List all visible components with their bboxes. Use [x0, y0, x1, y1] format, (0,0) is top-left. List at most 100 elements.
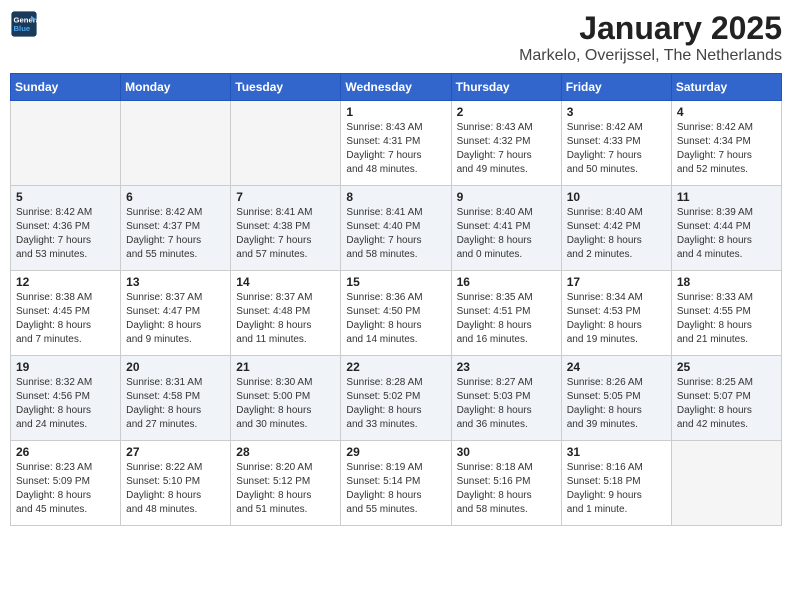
- calendar-week-row: 19Sunrise: 8:32 AM Sunset: 4:56 PM Dayli…: [11, 356, 782, 441]
- calendar-day-cell: 22 Sunrise: 8:28 AM Sunset: 5:02 PM Dayli…: [341, 356, 451, 441]
- day-number: 26: [16, 445, 115, 459]
- day-number: 13: [126, 275, 225, 289]
- calendar-day-cell: 5Sunrise: 8:42 AM Sunset: 4:36 PM Daylig…: [11, 186, 121, 271]
- calendar-day-cell: 14 Sunrise: 8:37 AM Sunset: 4:48 PM Dayli…: [231, 271, 341, 356]
- calendar-day-cell: [11, 101, 121, 186]
- calendar-title: January 2025: [519, 10, 782, 47]
- weekday-header-row: SundayMondayTuesdayWednesdayThursdayFrid…: [11, 74, 782, 101]
- svg-text:Blue: Blue: [14, 24, 31, 33]
- calendar-day-cell: 31 Sunrise: 8:16 AM Sunset: 5:18 PM Dayli…: [561, 441, 671, 526]
- calendar-day-cell: 16 Sunrise: 8:35 AM Sunset: 4:51 PM Dayli…: [451, 271, 561, 356]
- day-info: Sunrise: 8:30 AM Sunset: 5:00 PM Dayligh…: [236, 376, 335, 432]
- day-number: 18: [677, 275, 776, 289]
- calendar-day-cell: 28 Sunrise: 8:20 AM Sunset: 5:12 PM Dayli…: [231, 441, 341, 526]
- calendar-day-cell: 15Sunrise: 8:36 AM Sunset: 4:50 PM Dayli…: [341, 271, 451, 356]
- day-info: Sunrise: 8:35 AM Sunset: 4:51 PM Dayligh…: [457, 291, 556, 347]
- day-info: Sunrise: 8:23 AM Sunset: 5:09 PM Dayligh…: [16, 461, 115, 517]
- weekday-header-cell: Saturday: [671, 74, 781, 101]
- day-info: Sunrise: 8:42 AM Sunset: 4:33 PM Dayligh…: [567, 121, 666, 177]
- calendar-body: 1 Sunrise: 8:43 AM Sunset: 4:31 PM Daylig…: [11, 101, 782, 526]
- calendar-day-cell: 7 Sunrise: 8:41 AM Sunset: 4:38 PM Daylig…: [231, 186, 341, 271]
- weekday-header-cell: Thursday: [451, 74, 561, 101]
- day-info: Sunrise: 8:43 AM Sunset: 4:32 PM Dayligh…: [457, 121, 556, 177]
- day-number: 22: [346, 360, 445, 374]
- day-number: 8: [346, 190, 445, 204]
- day-info: Sunrise: 8:25 AM Sunset: 5:07 PM Dayligh…: [677, 376, 776, 432]
- day-number: 3: [567, 105, 666, 119]
- day-info: Sunrise: 8:37 AM Sunset: 4:48 PM Dayligh…: [236, 291, 335, 347]
- weekday-header-cell: Wednesday: [341, 74, 451, 101]
- day-info: Sunrise: 8:33 AM Sunset: 4:55 PM Dayligh…: [677, 291, 776, 347]
- weekday-header-cell: Sunday: [11, 74, 121, 101]
- day-info: Sunrise: 8:32 AM Sunset: 4:56 PM Dayligh…: [16, 376, 115, 432]
- day-info: Sunrise: 8:41 AM Sunset: 4:38 PM Dayligh…: [236, 206, 335, 262]
- day-number: 23: [457, 360, 556, 374]
- weekday-header-cell: Monday: [121, 74, 231, 101]
- day-info: Sunrise: 8:37 AM Sunset: 4:47 PM Dayligh…: [126, 291, 225, 347]
- calendar-day-cell: 11 Sunrise: 8:39 AM Sunset: 4:44 PM Dayli…: [671, 186, 781, 271]
- calendar-day-cell: 12Sunrise: 8:38 AM Sunset: 4:45 PM Dayli…: [11, 271, 121, 356]
- day-info: Sunrise: 8:40 AM Sunset: 4:41 PM Dayligh…: [457, 206, 556, 262]
- calendar-day-cell: 25 Sunrise: 8:25 AM Sunset: 5:07 PM Dayli…: [671, 356, 781, 441]
- day-info: Sunrise: 8:31 AM Sunset: 4:58 PM Dayligh…: [126, 376, 225, 432]
- header: General Blue January 2025 Markelo, Overi…: [10, 10, 782, 65]
- day-number: 1: [346, 105, 445, 119]
- day-number: 27: [126, 445, 225, 459]
- svg-text:General: General: [14, 16, 39, 25]
- day-info: Sunrise: 8:41 AM Sunset: 4:40 PM Dayligh…: [346, 206, 445, 262]
- day-number: 17: [567, 275, 666, 289]
- weekday-header-cell: Tuesday: [231, 74, 341, 101]
- day-number: 16: [457, 275, 556, 289]
- day-number: 20: [126, 360, 225, 374]
- logo-icon: General Blue: [10, 10, 38, 38]
- calendar-week-row: 12Sunrise: 8:38 AM Sunset: 4:45 PM Dayli…: [11, 271, 782, 356]
- day-number: 25: [677, 360, 776, 374]
- calendar-week-row: 26 Sunrise: 8:23 AM Sunset: 5:09 PM Dayli…: [11, 441, 782, 526]
- calendar-day-cell: 18 Sunrise: 8:33 AM Sunset: 4:55 PM Dayli…: [671, 271, 781, 356]
- day-number: 4: [677, 105, 776, 119]
- calendar-day-cell: 20 Sunrise: 8:31 AM Sunset: 4:58 PM Dayli…: [121, 356, 231, 441]
- calendar-day-cell: 10Sunrise: 8:40 AM Sunset: 4:42 PM Dayli…: [561, 186, 671, 271]
- day-number: 30: [457, 445, 556, 459]
- calendar-day-cell: 19Sunrise: 8:32 AM Sunset: 4:56 PM Dayli…: [11, 356, 121, 441]
- day-number: 7: [236, 190, 335, 204]
- day-info: Sunrise: 8:20 AM Sunset: 5:12 PM Dayligh…: [236, 461, 335, 517]
- calendar-day-cell: [231, 101, 341, 186]
- day-info: Sunrise: 8:19 AM Sunset: 5:14 PM Dayligh…: [346, 461, 445, 517]
- calendar-table: SundayMondayTuesdayWednesdayThursdayFrid…: [10, 73, 782, 526]
- day-number: 2: [457, 105, 556, 119]
- day-number: 21: [236, 360, 335, 374]
- day-number: 6: [126, 190, 225, 204]
- day-info: Sunrise: 8:27 AM Sunset: 5:03 PM Dayligh…: [457, 376, 556, 432]
- calendar-subtitle: Markelo, Overijssel, The Netherlands: [519, 47, 782, 65]
- day-number: 31: [567, 445, 666, 459]
- calendar-day-cell: 2 Sunrise: 8:43 AM Sunset: 4:32 PM Daylig…: [451, 101, 561, 186]
- calendar-day-cell: 8 Sunrise: 8:41 AM Sunset: 4:40 PM Daylig…: [341, 186, 451, 271]
- calendar-day-cell: 9 Sunrise: 8:40 AM Sunset: 4:41 PM Daylig…: [451, 186, 561, 271]
- calendar-day-cell: [121, 101, 231, 186]
- logo: General Blue: [10, 10, 38, 38]
- day-number: 15: [346, 275, 445, 289]
- calendar-week-row: 5Sunrise: 8:42 AM Sunset: 4:36 PM Daylig…: [11, 186, 782, 271]
- day-number: 24: [567, 360, 666, 374]
- day-info: Sunrise: 8:18 AM Sunset: 5:16 PM Dayligh…: [457, 461, 556, 517]
- day-info: Sunrise: 8:40 AM Sunset: 4:42 PM Dayligh…: [567, 206, 666, 262]
- day-info: Sunrise: 8:42 AM Sunset: 4:34 PM Dayligh…: [677, 121, 776, 177]
- day-number: 28: [236, 445, 335, 459]
- day-info: Sunrise: 8:28 AM Sunset: 5:02 PM Dayligh…: [346, 376, 445, 432]
- day-info: Sunrise: 8:43 AM Sunset: 4:31 PM Dayligh…: [346, 121, 445, 177]
- day-info: Sunrise: 8:39 AM Sunset: 4:44 PM Dayligh…: [677, 206, 776, 262]
- day-info: Sunrise: 8:16 AM Sunset: 5:18 PM Dayligh…: [567, 461, 666, 517]
- day-info: Sunrise: 8:38 AM Sunset: 4:45 PM Dayligh…: [16, 291, 115, 347]
- day-info: Sunrise: 8:34 AM Sunset: 4:53 PM Dayligh…: [567, 291, 666, 347]
- day-number: 11: [677, 190, 776, 204]
- calendar-day-cell: 6Sunrise: 8:42 AM Sunset: 4:37 PM Daylig…: [121, 186, 231, 271]
- day-number: 5: [16, 190, 115, 204]
- day-number: 14: [236, 275, 335, 289]
- calendar-day-cell: 21 Sunrise: 8:30 AM Sunset: 5:00 PM Dayli…: [231, 356, 341, 441]
- day-number: 29: [346, 445, 445, 459]
- weekday-header-cell: Friday: [561, 74, 671, 101]
- calendar-day-cell: 3 Sunrise: 8:42 AM Sunset: 4:33 PM Daylig…: [561, 101, 671, 186]
- day-number: 9: [457, 190, 556, 204]
- calendar-day-cell: 13 Sunrise: 8:37 AM Sunset: 4:47 PM Dayli…: [121, 271, 231, 356]
